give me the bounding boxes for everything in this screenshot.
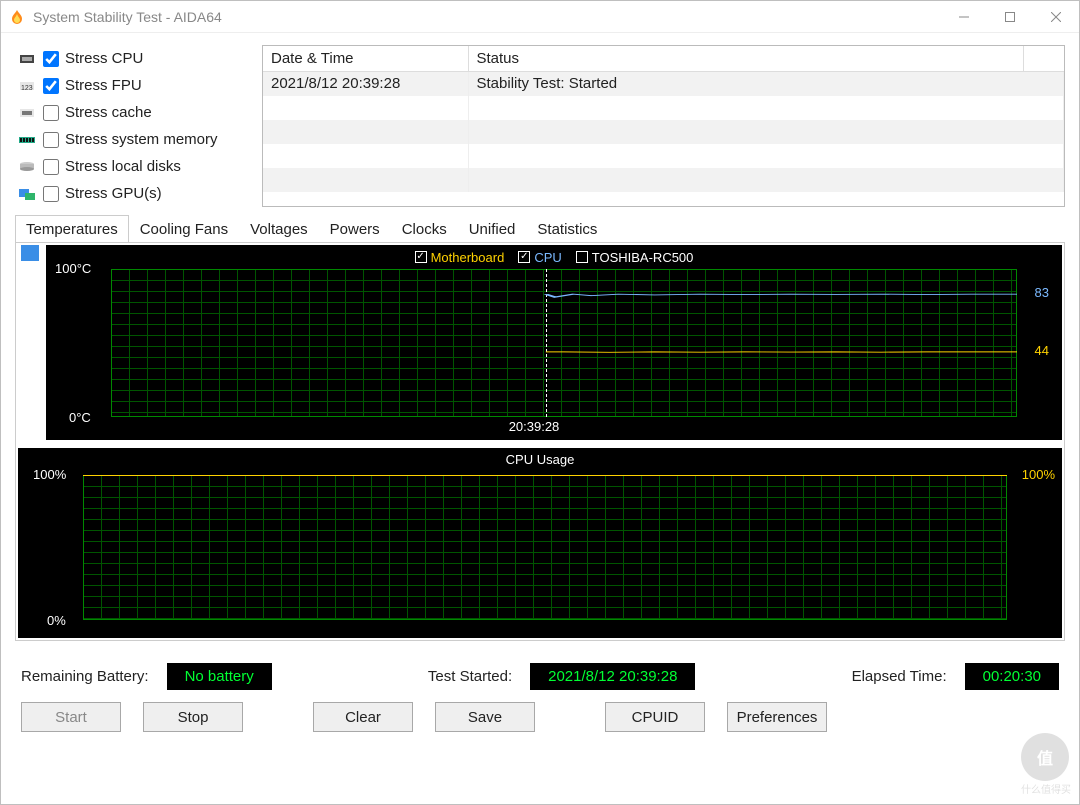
- checkbox-icon: [576, 251, 588, 263]
- stress-disks-checkbox[interactable]: [43, 159, 59, 175]
- temperature-chart: Motherboard CPU TOSHIBA-RC500 100°C 0°C: [18, 245, 1062, 440]
- log-header-status[interactable]: Status: [468, 46, 1024, 72]
- app-window: System Stability Test - AIDA64 Stress CP…: [0, 0, 1080, 805]
- event-log: Date & Time Status 2021/8/12 20:39:28Sta…: [262, 45, 1065, 207]
- tab-cooling-fans[interactable]: Cooling Fans: [129, 215, 239, 243]
- cache-icon: [15, 104, 39, 122]
- cpu-right-value: 100%: [1022, 467, 1055, 482]
- tab-temperatures[interactable]: Temperatures: [15, 215, 129, 243]
- temp-x-marker: 20:39:28: [6, 417, 1062, 440]
- stress-fpu-checkbox[interactable]: [43, 78, 59, 94]
- maximize-button[interactable]: [987, 1, 1033, 32]
- cpu-y-bottom: 0%: [47, 613, 66, 628]
- preferences-button[interactable]: Preferences: [727, 702, 827, 732]
- scrollbar-thumb[interactable]: [21, 245, 39, 261]
- temp-lines: [111, 269, 1017, 417]
- temp-cpu-value: 83: [1035, 285, 1049, 300]
- stress-cpu-label: Stress CPU: [65, 50, 143, 67]
- elapsed-value: 00:20:30: [965, 663, 1059, 690]
- legend-motherboard[interactable]: Motherboard: [415, 250, 505, 265]
- checkbox-icon: [518, 251, 530, 263]
- tabs: Temperatures Cooling Fans Voltages Power…: [15, 215, 1065, 243]
- test-started-label: Test Started:: [428, 668, 512, 685]
- log-row: [263, 144, 1064, 168]
- stress-gpu-label: Stress GPU(s): [65, 185, 162, 202]
- log-status: Stability Test: Started: [468, 72, 1064, 96]
- titlebar: System Stability Test - AIDA64: [1, 1, 1079, 33]
- checkbox-icon: [415, 251, 427, 263]
- status-bar: Remaining Battery: No battery Test Start…: [15, 641, 1065, 702]
- clear-button[interactable]: Clear: [313, 702, 413, 732]
- test-started-value: 2021/8/12 20:39:28: [530, 663, 695, 690]
- legend-label: CPU: [534, 250, 561, 265]
- temp-graph-area: 100°C 0°C 83 44: [111, 269, 1017, 417]
- gpu-icon: [15, 185, 39, 203]
- legend-label: TOSHIBA-RC500: [592, 250, 694, 265]
- close-button[interactable]: [1033, 1, 1079, 32]
- tab-statistics[interactable]: Statistics: [526, 215, 608, 243]
- log-row[interactable]: 2021/8/12 20:39:28Stability Test: Starte…: [263, 72, 1064, 96]
- stress-fpu-label: Stress FPU: [65, 77, 142, 94]
- tab-powers[interactable]: Powers: [319, 215, 391, 243]
- minimize-button[interactable]: [941, 1, 987, 32]
- stress-cache-label: Stress cache: [65, 104, 152, 121]
- stress-options: Stress CPU 123 Stress FPU Stress cache St…: [15, 45, 250, 207]
- tab-unified[interactable]: Unified: [458, 215, 527, 243]
- button-bar: Start Stop Clear Save CPUID Preferences: [15, 702, 1065, 744]
- temp-y-top: 100°C: [55, 261, 91, 276]
- cpu-usage-line: [83, 475, 1007, 476]
- battery-label: Remaining Battery:: [21, 668, 149, 685]
- stress-memory-label: Stress system memory: [65, 131, 218, 148]
- stop-button[interactable]: Stop: [143, 702, 243, 732]
- save-button[interactable]: Save: [435, 702, 535, 732]
- window-controls: [941, 1, 1079, 32]
- fpu-icon: 123: [15, 77, 39, 95]
- cpu-y-top: 100%: [33, 467, 66, 482]
- start-button[interactable]: Start: [21, 702, 121, 732]
- temp-legend: Motherboard CPU TOSHIBA-RC500: [46, 245, 1062, 269]
- elapsed-label: Elapsed Time:: [852, 668, 947, 685]
- battery-value: No battery: [167, 663, 272, 690]
- legend-label: Motherboard: [431, 250, 505, 265]
- tab-voltages[interactable]: Voltages: [239, 215, 319, 243]
- tab-clocks[interactable]: Clocks: [391, 215, 458, 243]
- cpu-graph-area: 100% 0% 100%: [83, 475, 1007, 620]
- app-icon: [9, 9, 25, 25]
- log-row: [263, 120, 1064, 144]
- legend-cpu[interactable]: CPU: [518, 250, 561, 265]
- log-header-date[interactable]: Date & Time: [263, 46, 468, 72]
- memory-icon: [15, 131, 39, 149]
- watermark: 值 什么值得买: [1021, 733, 1071, 796]
- cpuid-button[interactable]: CPUID: [605, 702, 705, 732]
- stress-disks-label: Stress local disks: [65, 158, 181, 175]
- cpu-usage-title: CPU Usage: [18, 448, 1062, 475]
- log-date: 2021/8/12 20:39:28: [263, 72, 468, 96]
- chart-scrollbar[interactable]: [18, 245, 46, 440]
- log-row: [263, 96, 1064, 120]
- cpu-usage-chart: CPU Usage 100% 0% 100%: [18, 448, 1062, 638]
- stress-memory-checkbox[interactable]: [43, 132, 59, 148]
- temp-mobo-value: 44: [1035, 343, 1049, 358]
- window-title: System Stability Test - AIDA64: [33, 9, 941, 25]
- cpu-icon: [15, 50, 39, 68]
- stress-gpu-checkbox[interactable]: [43, 186, 59, 202]
- log-row: [263, 168, 1064, 192]
- stress-cache-checkbox[interactable]: [43, 105, 59, 121]
- log-header-blank: [1024, 46, 1064, 72]
- disks-icon: [15, 158, 39, 176]
- temp-y-bottom: 0°C: [69, 410, 91, 425]
- legend-toshiba[interactable]: TOSHIBA-RC500: [576, 250, 694, 265]
- tabs-body: Motherboard CPU TOSHIBA-RC500 100°C 0°C: [15, 242, 1065, 641]
- stress-cpu-checkbox[interactable]: [43, 51, 59, 67]
- svg-text:123: 123: [21, 85, 33, 92]
